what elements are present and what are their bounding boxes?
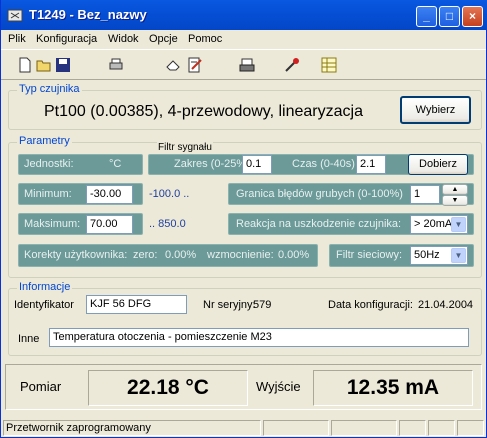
gain-label: wzmocnienie: [207,249,274,261]
spreadsheet-icon[interactable] [319,55,339,75]
save-icon[interactable] [53,55,73,75]
sensor-fault-select[interactable]: > 20mA ▼ [410,215,468,234]
other-label: Inne [18,333,40,345]
print-icon[interactable] [106,55,126,75]
status-cell-main: Przetwornik zaprogramowany [3,420,261,436]
close-icon[interactable]: × [462,6,483,27]
app-icon [7,9,23,22]
maximum-range: .. 850.0 [149,218,186,230]
gross-error-spinner[interactable]: ▲ ▼ [442,184,468,206]
status-text: Przetwornik zaprogramowany [6,422,151,434]
mains-filter-select[interactable]: 50Hz ▼ [410,246,468,265]
status-cell-3 [331,420,397,436]
window-title: T1249 - Bez_nazwy [29,7,147,22]
serial-label: Nr seryjny: [203,299,256,311]
parameters-legend: Parametry [17,135,72,147]
minimize-icon[interactable]: _ [416,6,437,27]
menu-opcje[interactable]: Opcje [149,33,178,45]
sensor-type-group: Typ czujnika Pt100 (0.00385), 4-przewodo… [8,83,482,130]
identifier-label: Identyfikator [14,299,74,311]
app-window: T1249 - Bez_nazwy _ □ × Plik Konfiguracj… [0,0,487,438]
minimum-input[interactable]: -30.00 [86,185,133,204]
maximum-input[interactable]: 70.00 [86,215,133,234]
gross-error-input[interactable]: 1 [410,185,440,204]
open-folder-icon[interactable] [34,55,54,75]
status-bar: Przetwornik zaprogramowany [1,419,486,437]
user-corrections-label: Korekty użytkownika: [24,249,128,261]
units-panel: Jednostki: °C [18,154,143,175]
mains-filter-value: 50Hz [414,249,440,261]
zero-value: 0.00% [165,249,197,261]
time-input[interactable]: 2.1 [356,155,386,174]
choose-filter-button[interactable]: Dobierz [408,154,468,175]
other-input[interactable]: Temperatura otoczenia - pomieszczenie M2… [49,328,469,347]
menu-widok[interactable]: Widok [108,33,139,45]
toolbar [1,49,486,80]
sensor-fault-label: Reakcja na uszkodzenie czujnika: [236,218,402,230]
measure-value: 22.18 °C [88,370,248,406]
status-cell-4 [399,420,426,436]
output-label: Wyjście [256,379,301,394]
serial-value: 579 [253,299,272,311]
parameters-group: Parametry Jednostki: °C Zakres (0-25%) C… [8,135,482,278]
maximum-label: Maksimum: [24,218,81,230]
units-value[interactable]: °C [109,158,121,170]
edit-notes-icon[interactable] [185,55,205,75]
probe-icon[interactable] [282,55,302,75]
mains-filter-label: Filtr sieciowy: [336,249,403,261]
signal-filter-legend: Filtr sygnału [157,142,213,153]
sensor-type-value: Pt100 (0.00385), 4-przewodowy, linearyza… [44,103,363,120]
gross-error-label: Granica błędów grubych (0-100%) [236,188,403,200]
maximize-icon[interactable]: □ [439,6,460,27]
status-cell-2 [263,420,329,436]
sensor-type-legend: Typ czujnika [17,83,82,95]
eraser-icon[interactable] [163,55,183,75]
user-corrections-panel: Korekty użytkownika: zero: 0.00% wzmocni… [18,244,318,267]
status-cell-5 [428,420,455,436]
minimum-label: Minimum: [24,188,72,200]
config-date-label: Data konfiguracji: [328,299,413,311]
readout-panel: Pomiar 22.18 °C Wyjście 12.35 mA [5,364,482,410]
zero-label: zero: [133,249,158,261]
output-value: 12.35 mA [313,370,473,406]
measure-label: Pomiar [20,379,62,394]
config-date-value: 21.04.2004 [418,299,474,311]
printer-icon[interactable] [237,55,257,75]
title-bar[interactable]: T1249 - Bez_nazwy _ □ × [1,0,487,30]
time-label: Czas (0-40s) [292,158,355,170]
menu-plik[interactable]: Plik [8,33,26,45]
size-grip-icon[interactable] [457,420,484,436]
chevron-down-icon[interactable]: ▼ [451,248,466,263]
sensor-fault-value: > 20mA [414,218,453,230]
info-group: Informacje Identyfikator KJF 56 DFG Nr s… [8,281,482,356]
choose-sensor-button[interactable]: Wybierz [400,96,471,124]
new-file-icon[interactable] [15,55,35,75]
spin-down-icon[interactable]: ▼ [442,195,468,206]
minimum-range: -100.0 .. [149,188,190,200]
info-legend: Informacje [17,281,73,293]
spin-up-icon[interactable]: ▲ [442,184,468,195]
range-label: Zakres (0-25%) [174,158,250,170]
menu-konfiguracja[interactable]: Konfiguracja [36,33,97,45]
units-label: Jednostki: [24,158,74,170]
menu-pomoc[interactable]: Pomoc [188,33,222,45]
identifier-input[interactable]: KJF 56 DFG [86,295,187,314]
range-input[interactable]: 0.1 [242,155,272,174]
menu-bar: Plik Konfiguracja Widok Opcje Pomoc [1,30,486,48]
chevron-down-icon[interactable]: ▼ [451,217,466,232]
gain-value: 0.00% [278,249,310,261]
